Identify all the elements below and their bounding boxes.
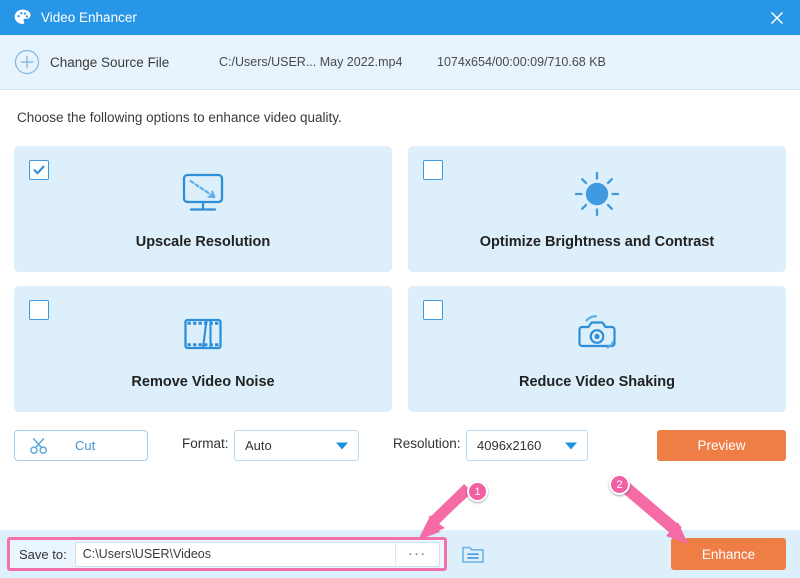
save-to-label: Save to: [19, 546, 67, 562]
option-label: Upscale Resolution [135, 234, 271, 250]
preview-button[interactable]: Preview [657, 430, 786, 461]
sun-brightness-icon [571, 168, 623, 220]
cut-button[interactable]: Cut [14, 430, 148, 461]
window-title: Video Enhancer [41, 10, 137, 25]
instruction-text: Choose the following options to enhance … [17, 110, 342, 125]
monitor-upscale-icon [177, 168, 229, 220]
chevron-down-icon [336, 442, 348, 449]
save-to-group: Save to: C:\Users\USER\Videos ... [7, 537, 447, 571]
resolution-value: 4096x2160 [477, 438, 542, 453]
film-strip-icon [177, 308, 229, 360]
scissors-icon [29, 437, 49, 455]
checkbox-remove-video-noise[interactable] [29, 300, 49, 320]
resolution-label: Resolution: [393, 436, 461, 451]
enhance-options-grid: Upscale Resolution Optimize Brightness a… [14, 146, 786, 412]
save-to-input[interactable]: C:\Users\USER\Videos ... [74, 541, 440, 567]
cut-button-label: Cut [75, 438, 96, 453]
change-source-file-button[interactable]: Change Source File [50, 55, 169, 70]
option-card-remove-video-noise[interactable]: Remove Video Noise [14, 286, 392, 412]
annotation-badge-2: 2 [609, 474, 630, 495]
title-bar: Video Enhancer [0, 0, 800, 35]
close-icon[interactable] [754, 0, 800, 35]
resolution-select[interactable]: 4096x2160 [466, 430, 588, 461]
option-label: Remove Video Noise [131, 374, 275, 390]
source-file-path: C:/Users/USER... May 2022.mp4 [219, 55, 403, 69]
source-file-bar: Change Source File C:/Users/USER... May … [0, 35, 800, 90]
option-card-reduce-video-shaking[interactable]: Reduce Video Shaking [408, 286, 786, 412]
plus-circle-icon[interactable] [14, 49, 40, 75]
video-enhancer-window: Video Enhancer Change Source File C:/Use… [0, 0, 800, 578]
option-card-optimize-brightness-and-contrast[interactable]: Optimize Brightness and Contrast [408, 146, 786, 272]
checkbox-optimize-brightness-and-contrast[interactable] [423, 160, 443, 180]
camera-shake-icon [571, 308, 623, 360]
chevron-down-icon [565, 442, 577, 449]
annotation-badge-1: 1 [467, 481, 488, 502]
option-card-upscale-resolution[interactable]: Upscale Resolution [14, 146, 392, 272]
annotation-arrow-1 [418, 484, 473, 540]
checkbox-upscale-resolution[interactable] [29, 160, 49, 180]
controls-row: Cut Format: Auto Resolution: 4096x2160 P… [0, 430, 800, 464]
format-label: Format: [182, 436, 229, 451]
save-to-path: C:\Users\USER\Videos [82, 547, 211, 561]
source-file-meta: 1074x654/00:00:09/710.68 KB [437, 55, 606, 69]
checkbox-reduce-video-shaking[interactable] [423, 300, 443, 320]
option-label: Optimize Brightness and Contrast [479, 234, 715, 250]
format-select[interactable]: Auto [234, 430, 359, 461]
option-label: Reduce Video Shaking [518, 374, 676, 390]
format-value: Auto [245, 438, 272, 453]
palette-icon [12, 8, 32, 28]
